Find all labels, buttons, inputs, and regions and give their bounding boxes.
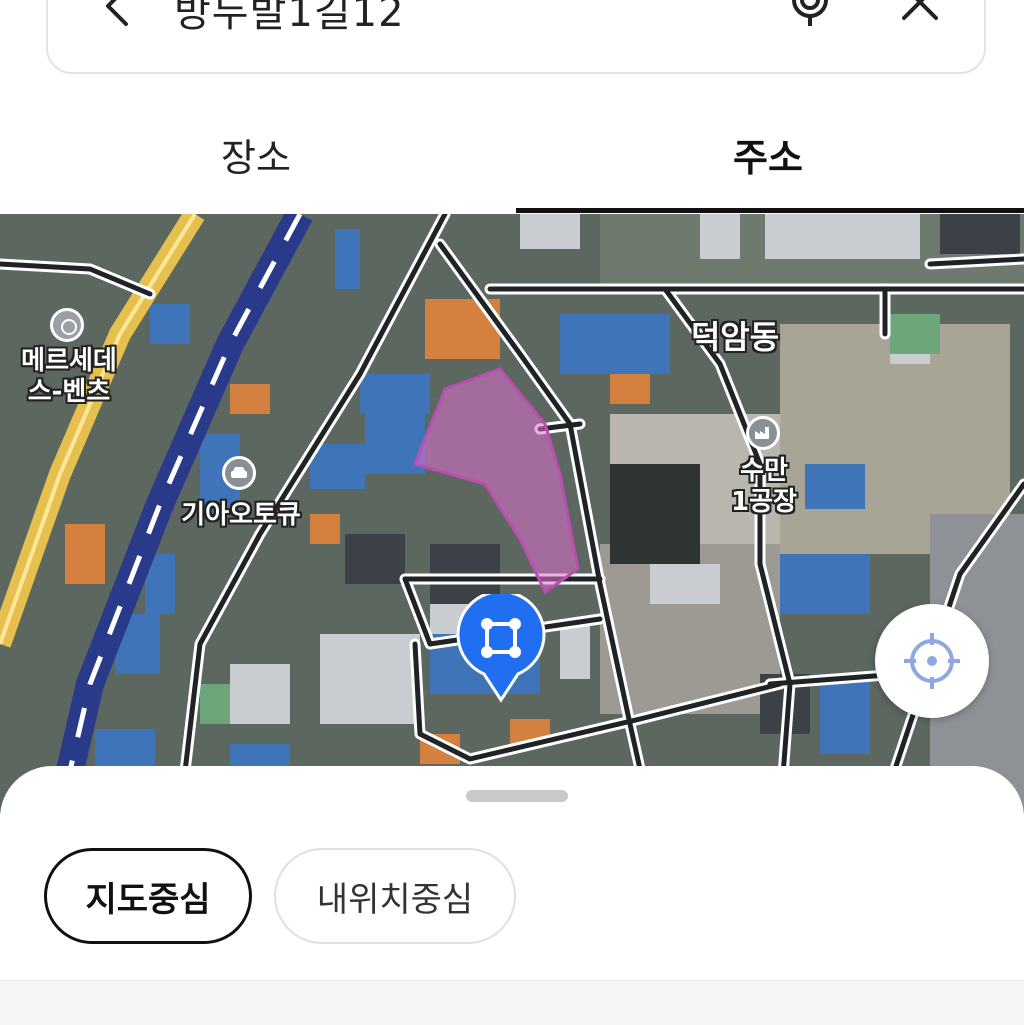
poi-label-mercedes[interactable]: 메르세데 스-벤츠 [14,346,124,408]
search-bar[interactable]: 방두발1길12 [46,0,986,74]
poi-label-kia[interactable]: 기아오토큐 [176,500,306,531]
chip-my-location-center[interactable]: 내위치중심 [274,848,516,944]
car-service-icon[interactable] [222,456,256,490]
microphone-icon[interactable] [788,0,832,28]
sheet-drag-handle[interactable] [466,790,568,802]
tab-address[interactable]: 주소 [512,96,1024,212]
area-label-deogam: 덕암동 [690,318,780,356]
factory-icon[interactable] [746,416,780,450]
tab-place[interactable]: 장소 [0,96,512,212]
bottom-sheet: 지도중심 내위치중심 [0,766,1024,1025]
satellite-map [0,214,1024,814]
my-location-button[interactable] [875,604,989,718]
brand-poi-icon[interactable] [50,308,84,342]
crosshair-icon [904,633,960,689]
back-arrow-icon[interactable] [98,0,138,26]
area-select-pin-icon[interactable] [456,594,546,704]
tab-selected-indicator [516,208,1024,213]
chip-map-center[interactable]: 지도중심 [44,848,252,944]
search-input[interactable]: 방두발1길12 [174,0,405,38]
close-icon[interactable] [900,0,940,22]
poi-label-suman[interactable]: 수만 1공장 [718,456,810,518]
map-view[interactable]: 메르세데 스-벤츠 기아오토큐 덕암동 수만 1공장 [0,214,1024,814]
sheet-footer [0,980,1024,1025]
